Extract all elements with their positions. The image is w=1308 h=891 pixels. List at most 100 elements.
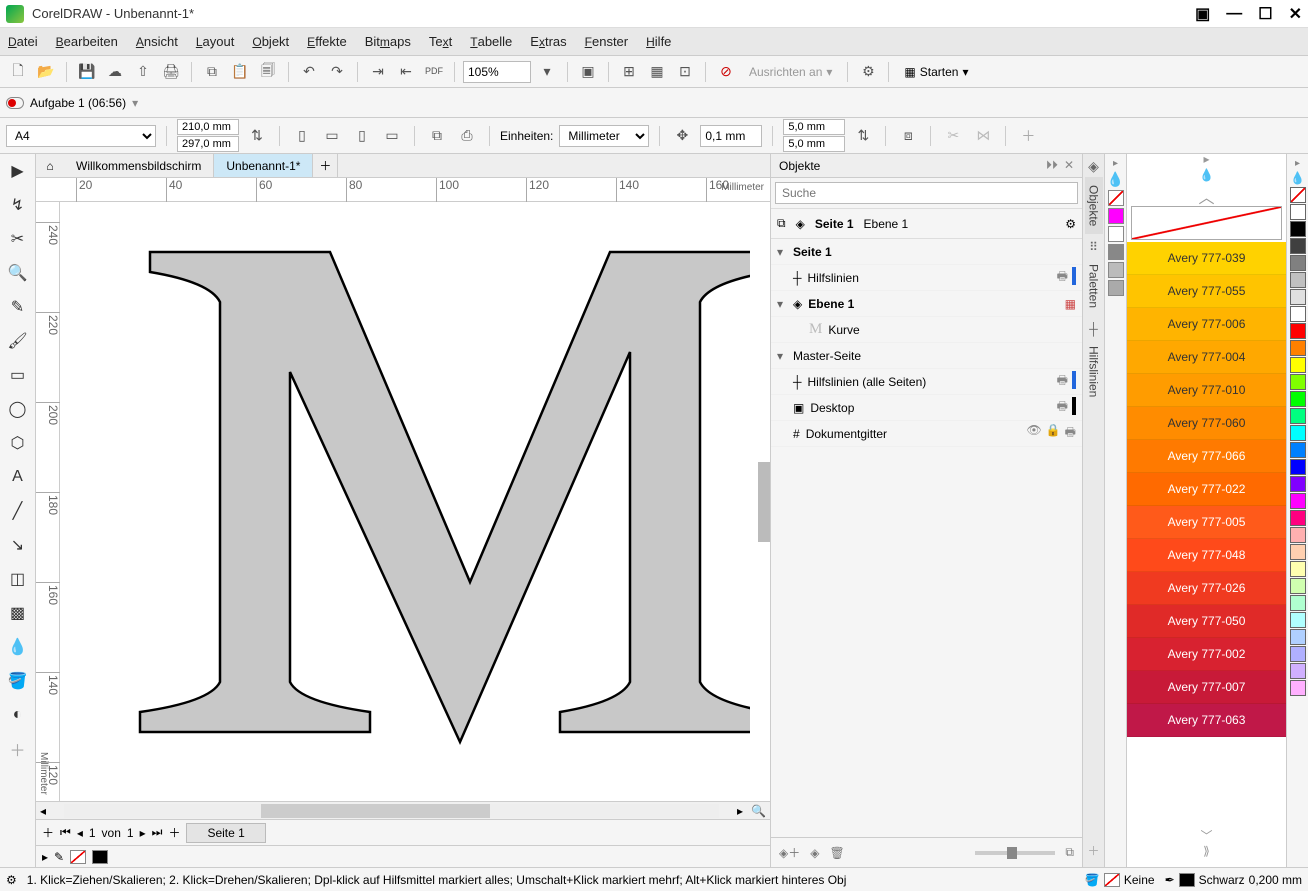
default-eyedropper-icon[interactable]: 💧 bbox=[1290, 171, 1305, 185]
tab-objekte[interactable]: Objekte bbox=[1085, 177, 1103, 234]
horizontal-ruler[interactable]: 20 40 60 80 100 120 140 160 Millimeter bbox=[36, 178, 770, 202]
all-pages-icon[interactable]: ⧉ bbox=[425, 124, 449, 148]
menu-datei[interactable]: Datei bbox=[8, 34, 38, 49]
new-layer-button[interactable]: ◈＋ bbox=[779, 844, 800, 861]
page-width-input[interactable] bbox=[177, 119, 239, 135]
avery-swatch-10[interactable]: Avery 777-026 bbox=[1127, 572, 1286, 605]
add-docker-button[interactable]: ＋ bbox=[1087, 842, 1099, 859]
default-swatch-12[interactable] bbox=[1290, 408, 1306, 424]
add-button[interactable]: ＋ bbox=[1016, 124, 1040, 148]
default-swatch-14[interactable] bbox=[1290, 442, 1306, 458]
outline-none-swatch[interactable] bbox=[70, 850, 86, 864]
objects-search-input[interactable] bbox=[775, 182, 1078, 204]
opacity-slider[interactable] bbox=[975, 851, 1055, 855]
menu-ansicht[interactable]: Ansicht bbox=[136, 34, 178, 49]
ellipse-tool[interactable]: ◯ bbox=[5, 396, 31, 422]
guides-tab-icon[interactable]: ┼ bbox=[1089, 322, 1098, 336]
import-button[interactable]: ⇥ bbox=[366, 60, 390, 84]
last-page-button[interactable]: ⏭ bbox=[152, 825, 163, 840]
avery-swatch-2[interactable]: Avery 777-006 bbox=[1127, 308, 1286, 341]
panel-settings-icon[interactable]: ⚙ bbox=[1065, 217, 1076, 231]
fullscreen-button[interactable]: ▣ bbox=[576, 60, 600, 84]
vertical-scrollbar-thumb[interactable] bbox=[758, 462, 770, 542]
prev-page-button[interactable]: ◂ bbox=[77, 826, 83, 840]
menu-effekte[interactable]: Effekte bbox=[307, 34, 347, 49]
dimension-tool[interactable]: ╱ bbox=[5, 498, 31, 524]
trim-icon[interactable]: ✂ bbox=[941, 124, 965, 148]
zoom-dropdown-icon[interactable]: ▾ bbox=[535, 60, 559, 84]
avery-scroll-down[interactable]: ﹀ bbox=[1200, 827, 1212, 844]
avery-scroll-up[interactable]: ︿ bbox=[1198, 184, 1214, 208]
snap-to-dropdown[interactable]: Ausrichten an ▾ bbox=[742, 60, 839, 84]
menu-text[interactable]: Text bbox=[429, 34, 452, 49]
rectangle-tool[interactable]: ▭ bbox=[5, 362, 31, 388]
menu-objekt[interactable]: Objekt bbox=[252, 34, 289, 49]
undo-button[interactable]: ↶ bbox=[297, 60, 321, 84]
smart-fill-tool[interactable]: ◐ bbox=[5, 702, 31, 728]
orientation-landscape-button[interactable]: ▭ bbox=[320, 124, 344, 148]
page-height-input[interactable] bbox=[177, 136, 239, 152]
default-swatch-16[interactable] bbox=[1290, 476, 1306, 492]
default-swatch-19[interactable] bbox=[1290, 527, 1306, 543]
vertical-ruler[interactable]: 240 220 200 180 160 140 120 Millimeter bbox=[36, 202, 60, 801]
zoom-input[interactable] bbox=[463, 61, 531, 83]
transparency-tool[interactable]: ▩ bbox=[5, 600, 31, 626]
document-tab-active[interactable]: Unbenannt-1* bbox=[214, 154, 313, 177]
polygon-tool[interactable]: ⬡ bbox=[5, 430, 31, 456]
tree-page-row[interactable]: ▾Seite 1 bbox=[771, 239, 1082, 265]
tab-paletten[interactable]: Paletten bbox=[1085, 256, 1103, 316]
avery-swatch-4[interactable]: Avery 777-010 bbox=[1127, 374, 1286, 407]
menu-bitmaps[interactable]: Bitmaps bbox=[365, 34, 411, 49]
tree-desktop-row[interactable]: ▣Desktop🖶 bbox=[771, 395, 1082, 421]
default-swatch-0[interactable] bbox=[1290, 204, 1306, 220]
pdf-button[interactable]: PDF bbox=[422, 60, 446, 84]
doc-swatch-3[interactable] bbox=[1108, 244, 1124, 260]
redo-button[interactable]: ↷ bbox=[325, 60, 349, 84]
menu-hilfe[interactable]: Hilfe bbox=[646, 34, 671, 49]
add-tab-button[interactable]: ＋ bbox=[313, 154, 338, 177]
doc-swatch-none[interactable] bbox=[1108, 190, 1124, 206]
crop-tool[interactable]: ✂ bbox=[5, 226, 31, 252]
avery-menu-icon[interactable]: ▸ bbox=[1203, 154, 1209, 166]
maximize-button[interactable]: ☐ bbox=[1258, 4, 1272, 24]
text-tool[interactable]: A bbox=[5, 464, 31, 490]
default-swatch-27[interactable] bbox=[1290, 663, 1306, 679]
avery-swatch-14[interactable]: Avery 777-063 bbox=[1127, 704, 1286, 737]
default-swatch-7[interactable] bbox=[1290, 323, 1306, 339]
dropshadow-tool[interactable]: ◫ bbox=[5, 566, 31, 592]
tree-docgrid-row[interactable]: #Dokumentgitter👁🔒🖶 bbox=[771, 421, 1082, 447]
cloud-up-icon[interactable]: ⇧ bbox=[131, 60, 155, 84]
avery-swatch-5[interactable]: Avery 777-060 bbox=[1127, 407, 1286, 440]
paste-button[interactable]: 📋 bbox=[228, 60, 252, 84]
breadcrumb-layer[interactable]: Ebene 1 bbox=[864, 217, 909, 231]
status-gear-icon[interactable]: ⚙ bbox=[6, 873, 17, 887]
dim-spin-icon[interactable]: ⇅ bbox=[245, 124, 269, 148]
tree-master-row[interactable]: ▾Master-Seite bbox=[771, 343, 1082, 369]
shape-tool[interactable]: ↯ bbox=[5, 192, 31, 218]
outline-arrow-icon[interactable]: ▸ bbox=[42, 850, 48, 864]
freehand-tool[interactable]: ✎ bbox=[5, 294, 31, 320]
default-swatch-4[interactable] bbox=[1290, 272, 1306, 288]
connector-tool[interactable]: ↘ bbox=[5, 532, 31, 558]
default-swatch-21[interactable] bbox=[1290, 561, 1306, 577]
add-page-after-button[interactable]: ＋ bbox=[168, 824, 180, 841]
avery-swatch-6[interactable]: Avery 777-066 bbox=[1127, 440, 1286, 473]
menu-fenster[interactable]: Fenster bbox=[585, 34, 628, 49]
default-swatch-10[interactable] bbox=[1290, 374, 1306, 390]
copy-button[interactable]: ⧉ bbox=[200, 60, 224, 84]
orientation-portrait-button[interactable]: ▯ bbox=[290, 124, 314, 148]
default-swatch-9[interactable] bbox=[1290, 357, 1306, 373]
layer-options-icon[interactable]: ⧉ bbox=[777, 216, 786, 231]
avery-swatch-7[interactable]: Avery 777-022 bbox=[1127, 473, 1286, 506]
default-swatch-13[interactable] bbox=[1290, 425, 1306, 441]
new-master-layer-button[interactable]: ◈ bbox=[810, 846, 819, 860]
menu-tabelle[interactable]: Tabelle bbox=[470, 34, 512, 49]
outline-black-swatch[interactable] bbox=[92, 850, 108, 864]
panel-collapse-icon[interactable]: ⏵⏵ bbox=[1046, 158, 1058, 173]
add-page-button[interactable]: ＋ bbox=[42, 824, 54, 841]
grid-button[interactable]: ▦ bbox=[645, 60, 669, 84]
avery-eyedropper-icon[interactable]: 💧 bbox=[1199, 168, 1214, 182]
page-size-select[interactable]: A4 bbox=[6, 125, 156, 147]
default-swatch-15[interactable] bbox=[1290, 459, 1306, 475]
default-swatch-5[interactable] bbox=[1290, 289, 1306, 305]
